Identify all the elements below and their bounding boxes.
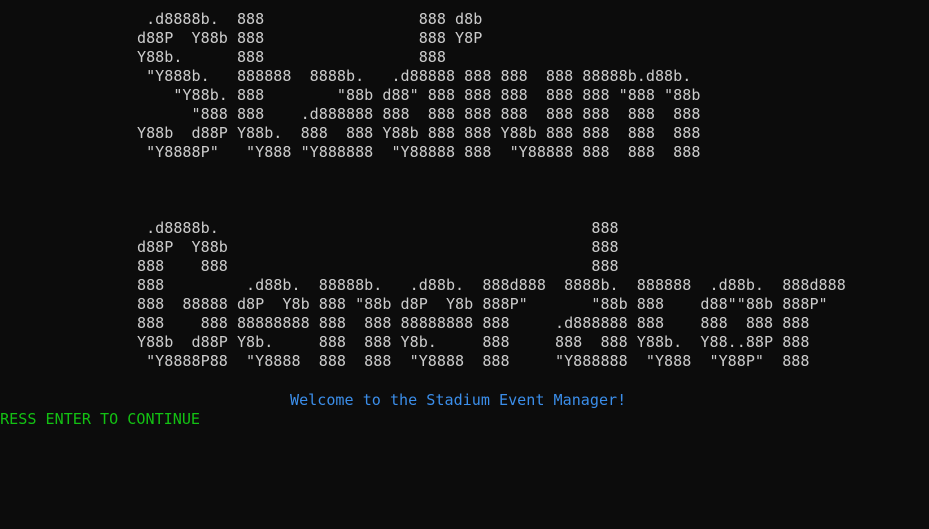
banner-line: Y88b d88P Y88b. 888 888 Y88b 888 888 Y88…	[137, 124, 701, 142]
banner-line: 888 888 88888888 888 888 88888888 888 .d…	[137, 314, 810, 332]
banner-line: .d8888b. 888 888 d8b	[137, 10, 483, 28]
welcome-message: Welcome to the Stadium Event Manager!	[290, 391, 627, 409]
banner-line: Y88b. 888 888	[137, 48, 446, 66]
banner-line: 888 888 888	[137, 257, 619, 275]
banner-line: "Y88b. 888 "88b d88" 888 888 888 888 888…	[137, 86, 701, 104]
banner-line: .d8888b. 888	[137, 219, 619, 237]
banner-line: 888 .d88b. 88888b. .d88b. 888d888 8888b.…	[137, 276, 846, 294]
banner-line: d88P Y88b 888 888 Y8P	[137, 29, 483, 47]
banner-line: Y88b d88P Y8b. 888 888 Y8b. 888 888 888 …	[137, 333, 810, 351]
banner-line: "888 888 .d888888 888 888 888 888 888 88…	[137, 105, 701, 123]
continue-prompt: PRESS ENTER TO CONTINUE	[0, 410, 201, 428]
banner-line: "Y8888P" "Y888 "Y888888 "Y88888 888 "Y88…	[137, 143, 701, 161]
banner-line: "Y888b. 888888 8888b. .d88888 888 888 88…	[137, 67, 692, 85]
banner-line: "Y8888P88 "Y8888 888 888 "Y8888 888 "Y88…	[137, 352, 810, 370]
banner-line: 888 88888 d8P Y8b 888 "88b d8P Y8b 888P"…	[137, 295, 828, 313]
terminal-window[interactable]: .d8888b. 888 888 d8b d88P Y88b 888 888 Y…	[0, 0, 929, 529]
banner-line: d88P Y88b 888	[137, 238, 619, 256]
